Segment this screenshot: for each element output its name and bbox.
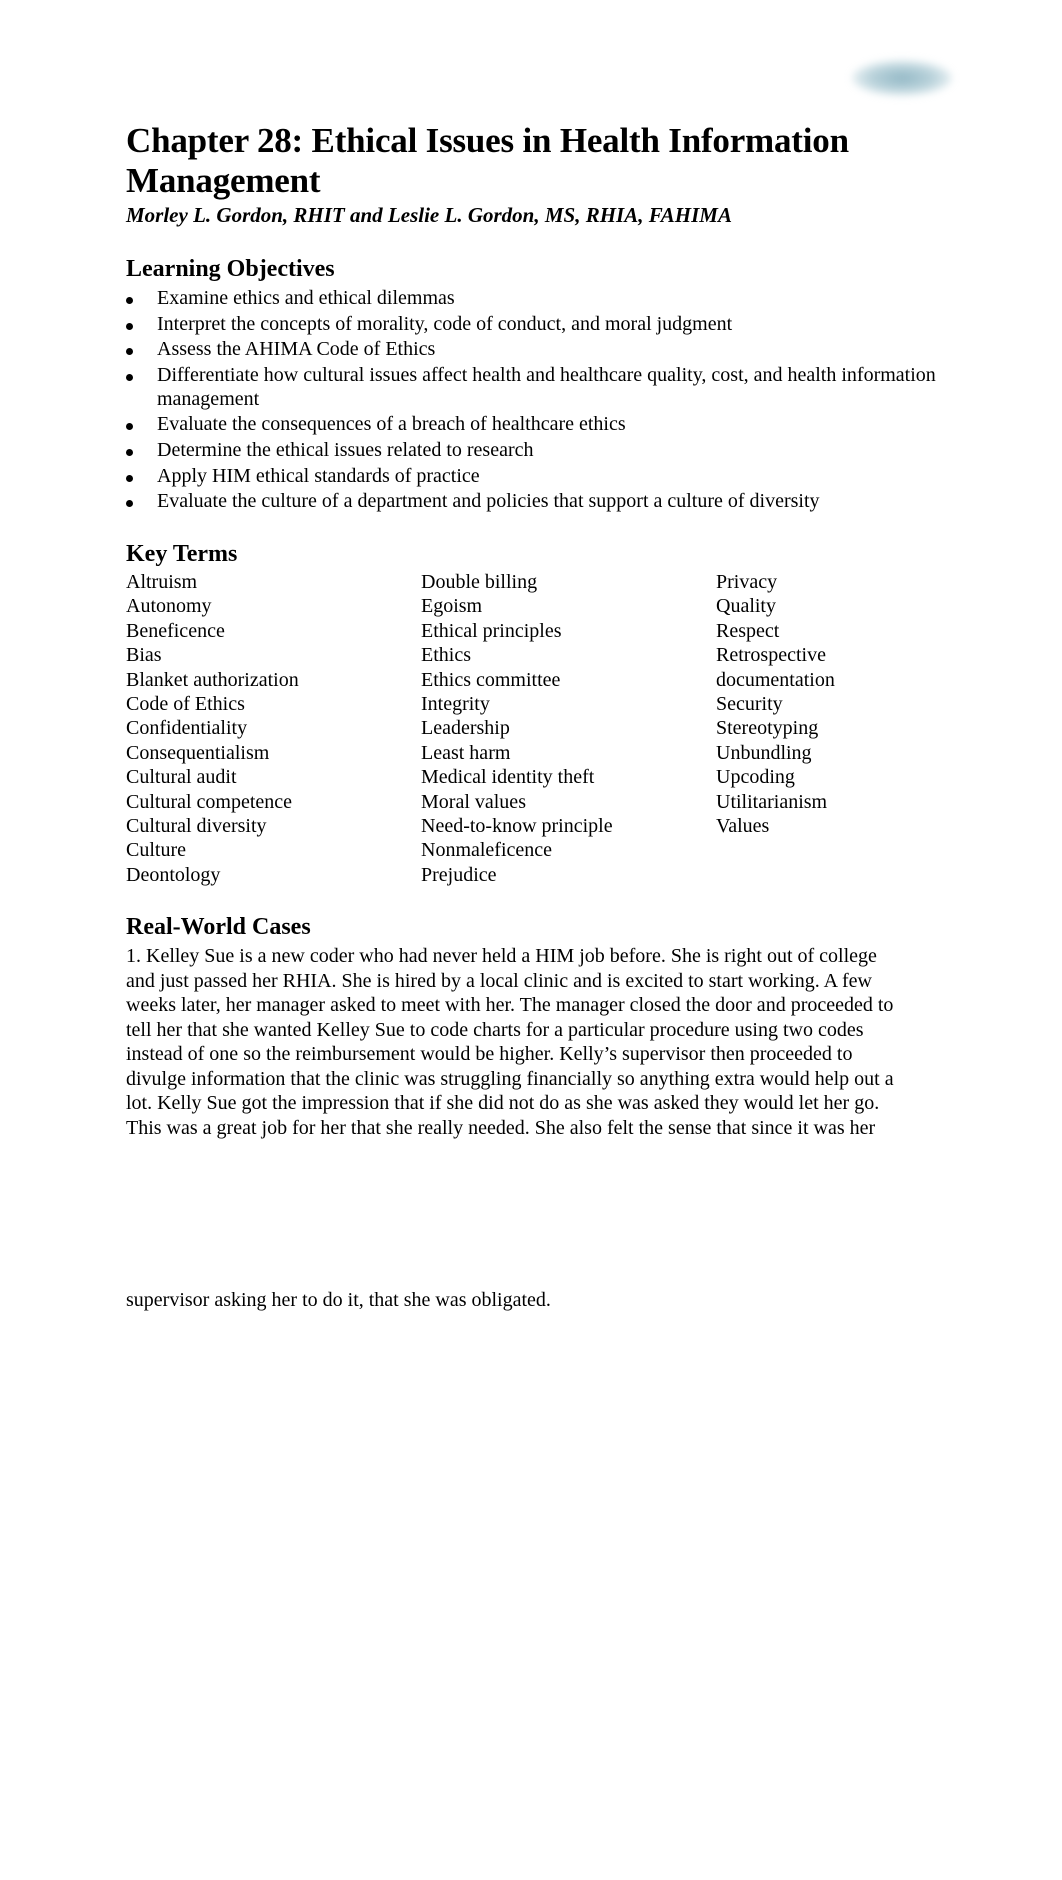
key-term: Nonmaleficence	[421, 839, 553, 862]
list-item: Evaluate the consequences of a breach of…	[126, 412, 947, 436]
objective-text: Evaluate the culture of a department and…	[157, 490, 820, 513]
key-term: Blanket authorization	[126, 668, 299, 691]
blurred-logo-icon	[852, 60, 952, 96]
key-term: Security	[716, 693, 783, 716]
bullet-icon	[126, 348, 133, 356]
objective-text: Interpret the concepts of morality, code…	[157, 312, 733, 335]
objective-text: Determine the ethical issues related to …	[157, 438, 534, 461]
key-term: Stereotyping	[716, 717, 819, 740]
paragraph-line: This was a great job for her that she re…	[126, 1116, 876, 1139]
objective-text: Differentiate how cultural issues affect…	[157, 363, 936, 410]
key-term: Need-to-know principle	[421, 815, 613, 838]
key-term: Bias	[126, 644, 162, 667]
key-term: Privacy	[716, 571, 778, 593]
key-term: Autonomy	[126, 595, 212, 618]
bullet-icon	[126, 423, 133, 431]
key-term: Utilitarianism	[716, 790, 828, 813]
learning-objectives-heading: Learning Objectives	[126, 256, 335, 282]
paragraph-line: tell her that she wanted Kelley Sue to c…	[126, 1018, 864, 1041]
real-world-cases-heading: Real-World Cases	[126, 914, 311, 940]
chapter-title-line-1: Chapter 28: Ethical Issues in Health Inf…	[126, 121, 849, 160]
list-item: Evaluate the culture of a department and…	[126, 489, 947, 513]
list-item: Differentiate how cultural issues affect…	[126, 363, 947, 411]
paragraph-line: lot. Kelly Sue got the impression that i…	[126, 1092, 880, 1114]
key-term: Leadership	[421, 717, 510, 740]
chapter-authors: Morley L. Gordon, RHIT and Leslie L. Gor…	[126, 203, 732, 227]
bullet-icon	[126, 373, 133, 381]
key-terms-column-2: Double billing Egoism Ethical principles…	[421, 570, 613, 887]
key-term: Prejudice	[421, 863, 497, 886]
list-item: Apply HIM ethical standards of practice	[126, 464, 947, 488]
paragraph-line: supervisor asking her to do it, that she…	[126, 1289, 551, 1311]
list-item: Examine ethics and ethical dilemmas	[126, 286, 947, 310]
objective-text: Assess the AHIMA Code of Ethics	[157, 338, 436, 361]
bullet-icon	[126, 500, 133, 508]
key-term: Double billing	[421, 571, 538, 593]
key-term: Altruism	[126, 571, 198, 593]
key-term: Code of Ethics	[126, 693, 245, 716]
bullet-icon	[126, 448, 133, 456]
key-term: Ethics	[421, 644, 471, 667]
key-term: Culture	[126, 839, 186, 862]
bullet-icon	[126, 474, 133, 482]
key-term: Unbundling	[716, 741, 812, 764]
objective-text: Evaluate the consequences of a breach of…	[157, 413, 626, 436]
key-term: Integrity	[421, 693, 490, 716]
document-page: Chapter 28: Ethical Issues in Health Inf…	[0, 0, 1062, 1880]
objective-text: Apply HIM ethical standards of practice	[157, 464, 480, 487]
key-term: documentation	[716, 668, 835, 691]
key-term: Egoism	[421, 595, 483, 618]
bullet-icon	[126, 297, 133, 304]
objective-text: Examine ethics and ethical dilemmas	[157, 287, 455, 309]
learning-objectives-list: Examine ethics and ethical dilemmas Inte…	[126, 286, 947, 515]
key-term: Cultural competence	[126, 790, 293, 813]
key-term: Retrospective	[716, 644, 826, 667]
key-term: Ethical principles	[421, 619, 562, 642]
key-term: Ethics committee	[421, 668, 561, 691]
key-term: Deontology	[126, 863, 221, 886]
chapter-title-line-2: Management	[126, 161, 321, 200]
key-term: Values	[716, 815, 770, 838]
key-term: Cultural audit	[126, 766, 237, 789]
key-term: Quality	[716, 595, 776, 618]
key-terms-column-1: Altruism Autonomy Beneficence Bias Blank…	[126, 570, 299, 887]
paragraph-line: 1. Kelley Sue is a new coder who had nev…	[126, 945, 877, 967]
key-term: Moral values	[421, 790, 526, 813]
paragraph-line: instead of one so the reimbursement woul…	[126, 1043, 853, 1065]
key-term: Consequentialism	[126, 741, 270, 764]
key-term: Medical identity theft	[421, 766, 595, 789]
list-item: Assess the AHIMA Code of Ethics	[126, 337, 947, 361]
key-terms-column-3: Privacy Quality Respect Retrospective do…	[716, 570, 835, 838]
paragraph-line: and just passed her RHIA. She is hired b…	[126, 969, 872, 992]
paragraph-line: weeks later, her manager asked to meet w…	[126, 994, 894, 1016]
list-item: Determine the ethical issues related to …	[126, 438, 947, 462]
bullet-icon	[126, 322, 133, 330]
key-term: Confidentiality	[126, 717, 248, 740]
key-term: Least harm	[421, 741, 511, 764]
list-item: Interpret the concepts of morality, code…	[126, 312, 947, 336]
paragraph-line: divulge information that the clinic was …	[126, 1067, 894, 1090]
key-term: Respect	[716, 619, 780, 642]
key-terms-heading: Key Terms	[126, 541, 238, 567]
key-term: Cultural diversity	[126, 815, 267, 838]
key-term: Upcoding	[716, 766, 795, 789]
key-term: Beneficence	[126, 619, 225, 642]
